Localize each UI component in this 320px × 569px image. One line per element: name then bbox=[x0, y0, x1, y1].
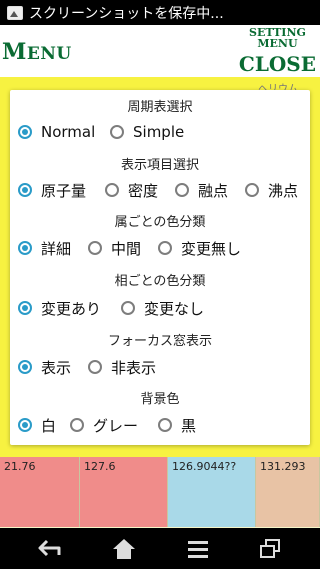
option-label: 変更無し bbox=[181, 239, 242, 258]
radio-unchecked-icon bbox=[88, 360, 102, 374]
option-label: 融点 bbox=[198, 181, 229, 200]
option-label: 中間 bbox=[111, 239, 142, 258]
option-label: 表示 bbox=[41, 358, 72, 377]
radio-checked-icon bbox=[18, 125, 32, 139]
radio-atomic-weight[interactable]: 原子量 bbox=[18, 176, 86, 204]
settings-dialog: 周期表選択 Normal Simple 表示項目選択 原子量 密度 融点 沸点 bbox=[10, 90, 310, 445]
radio-unchecked-icon bbox=[70, 418, 84, 432]
section-title-phase-color: 相ごとの色分類 bbox=[114, 274, 206, 289]
radio-melting-point[interactable]: 融点 bbox=[175, 176, 228, 204]
home-icon bbox=[113, 538, 135, 559]
radio-no-change[interactable]: 変更無し bbox=[158, 234, 241, 262]
section-title-table: 周期表選択 bbox=[127, 100, 193, 115]
navigation-bar bbox=[0, 528, 320, 569]
radio-normal[interactable]: Normal bbox=[18, 118, 95, 146]
radio-detailed[interactable]: 詳細 bbox=[18, 234, 71, 262]
option-row-table: Normal Simple bbox=[10, 118, 310, 146]
menu-icon bbox=[188, 540, 208, 558]
option-label: 沸点 bbox=[268, 181, 299, 200]
option-label: 黒 bbox=[181, 416, 197, 435]
radio-unchecked-icon bbox=[175, 183, 189, 197]
element-grid: 21.76 127.6 126.9044?? 131.293 bbox=[0, 457, 320, 527]
radio-unchecked-icon bbox=[245, 183, 259, 197]
option-label: Normal bbox=[41, 123, 96, 141]
home-button[interactable] bbox=[94, 528, 154, 569]
option-row-background: 白 グレー 黒 bbox=[10, 411, 310, 439]
option-label: Simple bbox=[133, 123, 185, 141]
section-title-focus-window: フォーカス窓表示 bbox=[107, 334, 212, 349]
back-icon bbox=[38, 539, 61, 556]
app-header: MENU SETTING MENU CLOSE bbox=[0, 25, 320, 77]
option-row-group-color: 詳細 中間 変更無し bbox=[10, 234, 310, 262]
radio-unchecked-icon bbox=[110, 125, 124, 139]
setting-menu-close-button[interactable]: SETTING MENU CLOSE bbox=[239, 27, 316, 75]
element-cell[interactable]: 131.293 bbox=[256, 457, 320, 527]
radio-intermediate[interactable]: 中間 bbox=[88, 234, 141, 262]
element-cell[interactable]: 127.6 bbox=[80, 457, 168, 527]
radio-unchecked-icon bbox=[88, 241, 102, 255]
section-title-display: 表示項目選択 bbox=[120, 158, 199, 173]
back-button[interactable] bbox=[20, 528, 80, 569]
option-label: 変更あり bbox=[41, 299, 102, 318]
menu-label: MENU bbox=[257, 37, 298, 50]
radio-checked-icon bbox=[18, 418, 32, 432]
radio-boiling-point[interactable]: 沸点 bbox=[245, 176, 298, 204]
option-label: 詳細 bbox=[41, 239, 72, 258]
radio-checked-icon bbox=[18, 241, 32, 255]
radio-white[interactable]: 白 bbox=[18, 411, 56, 439]
option-label: 変更なし bbox=[144, 299, 205, 318]
menu-button[interactable] bbox=[168, 528, 228, 569]
radio-checked-icon bbox=[18, 183, 32, 197]
radio-hide[interactable]: 非表示 bbox=[88, 353, 156, 381]
recent-apps-icon bbox=[260, 538, 280, 558]
radio-black[interactable]: 黒 bbox=[158, 411, 196, 439]
menu-title-first: M bbox=[2, 39, 27, 65]
image-icon bbox=[7, 5, 23, 20]
option-label: グレー bbox=[93, 416, 139, 435]
radio-checked-icon bbox=[18, 301, 32, 315]
menu-title-rest: ENU bbox=[26, 44, 72, 64]
recent-apps-button[interactable] bbox=[240, 528, 300, 569]
radio-density[interactable]: 密度 bbox=[105, 176, 158, 204]
close-label: CLOSE bbox=[238, 52, 316, 76]
section-title-background: 背景色 bbox=[140, 392, 180, 407]
radio-unchecked-icon bbox=[158, 241, 172, 255]
radio-gray[interactable]: グレー bbox=[70, 411, 138, 439]
element-cell[interactable]: 21.76 bbox=[0, 457, 80, 527]
option-label: 非表示 bbox=[111, 358, 157, 377]
option-label: 白 bbox=[41, 416, 57, 435]
option-row-display: 原子量 密度 融点 沸点 bbox=[10, 176, 310, 204]
radio-unchecked-icon bbox=[158, 418, 172, 432]
radio-unchecked-icon bbox=[121, 301, 135, 315]
option-row-phase-color: 変更あり 変更なし bbox=[10, 294, 310, 322]
menu-title: MENU bbox=[2, 39, 72, 65]
radio-unchecked-icon bbox=[105, 183, 119, 197]
status-bar: スクリーンショットを保存中... bbox=[0, 0, 320, 25]
radio-simple[interactable]: Simple bbox=[110, 118, 184, 146]
option-row-focus-window: 表示 非表示 bbox=[10, 353, 310, 381]
section-title-group-color: 属ごとの色分類 bbox=[114, 215, 206, 230]
radio-phase-change[interactable]: 変更あり bbox=[18, 294, 101, 322]
element-cell[interactable]: 126.9044?? bbox=[168, 457, 256, 527]
status-notification-text: スクリーンショットを保存中... bbox=[29, 5, 224, 22]
radio-checked-icon bbox=[18, 360, 32, 374]
option-label: 原子量 bbox=[41, 181, 87, 200]
radio-phase-no-change[interactable]: 変更なし bbox=[121, 294, 204, 322]
option-label: 密度 bbox=[128, 181, 159, 200]
radio-show[interactable]: 表示 bbox=[18, 353, 71, 381]
